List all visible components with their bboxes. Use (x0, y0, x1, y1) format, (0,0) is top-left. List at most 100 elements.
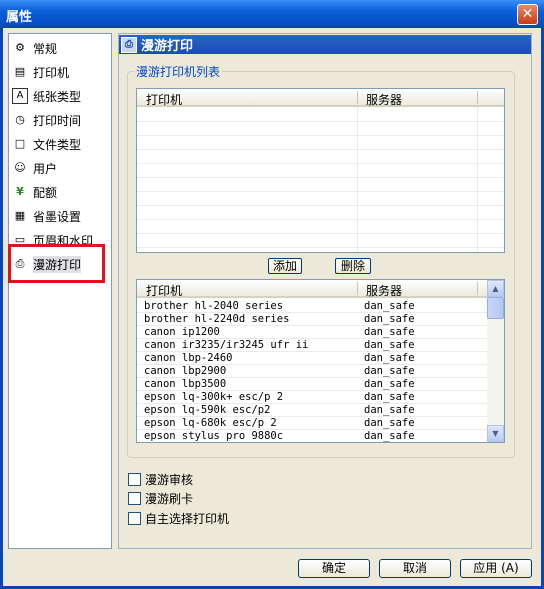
printer-cell: epson lq-590k esc/p2 (144, 404, 271, 416)
roaming-print-icon: ⎙ (121, 36, 137, 53)
roaming-audit-checkbox[interactable]: 漫游审核 (128, 471, 193, 488)
quota-icon: ¥ (16, 185, 24, 198)
window-title: 属性 (6, 10, 33, 25)
empty-row (137, 235, 504, 248)
self-select-printer-checkbox[interactable]: 自主选择打印机 (128, 510, 229, 527)
group-label: 漫游打印机列表 (134, 63, 223, 80)
checkbox-label: 自主选择打印机 (145, 512, 230, 526)
table-row[interactable]: epson stylus pro 9880c dan_safe (137, 430, 489, 442)
table-row[interactable]: canon lbp-2460 dan_safe (137, 352, 489, 365)
server-cell: dan_safe (364, 417, 415, 429)
empty-row (137, 179, 504, 192)
close-icon: ✕ (521, 6, 534, 22)
printer-cell: canon ip1200 (144, 326, 220, 338)
server-cell: dan_safe (364, 300, 415, 312)
server-cell: dan_safe (364, 365, 415, 377)
printer-cell: brother hl-2240d series (144, 313, 290, 325)
checkbox-box[interactable] (128, 492, 141, 505)
ink-save-icon: ▦ (14, 209, 26, 222)
server-cell: dan_safe (364, 430, 415, 442)
table-row[interactable]: brother hl-2240d series dan_safe (137, 313, 489, 326)
sidebar-item-label: 纸张类型 (33, 89, 82, 104)
table-row[interactable]: canon ip1200 dan_safe (137, 326, 489, 339)
apply-button[interactable]: 应用 (A) (460, 559, 532, 578)
printer-cell: epson lq-300k+ esc/p 2 (144, 391, 284, 403)
sidebar-item-label: 文件类型 (33, 137, 82, 152)
sidebar-item-label: 打印机 (33, 65, 70, 80)
column-header-printer[interactable]: 打印机 (146, 91, 182, 108)
sidebar-item-label: 配额 (33, 185, 58, 200)
available-printer-list[interactable]: 打印机 服务器 brother hl-2040 series dan_safe b… (136, 279, 505, 443)
panel-title: 漫游打印 (141, 39, 194, 54)
table-row[interactable]: canon lbp3500 dan_safe (137, 378, 489, 391)
paper-type-icon: A (12, 88, 28, 104)
scroll-up-icon[interactable]: ▲ (487, 280, 504, 297)
printer-cell: canon lbp-2460 (144, 352, 233, 364)
empty-row (137, 109, 504, 122)
sidebar-item-label: 省墨设置 (33, 209, 82, 224)
roaming-printer-list[interactable]: 打印机 服务器 (136, 88, 505, 253)
panel-header: ⎙ 漫游打印 (119, 35, 531, 54)
roaming-card-checkbox[interactable]: 漫游刷卡 (128, 490, 193, 507)
list-header: 打印机 服务器 (137, 89, 504, 107)
printer-cell: brother hl-2040 series (144, 300, 284, 312)
ok-button[interactable]: 确定 (298, 559, 370, 578)
empty-row (137, 137, 504, 150)
empty-row (137, 221, 504, 234)
vertical-scrollbar[interactable]: ▲ ▼ (487, 280, 504, 442)
column-header-printer[interactable]: 打印机 (146, 282, 182, 299)
window-title-bar: 属性 (0, 0, 544, 28)
sidebar-item-label: 打印时间 (33, 113, 82, 128)
server-cell: dan_safe (364, 339, 415, 351)
printer-cell: canon lbp2900 (144, 365, 227, 377)
checkbox-box[interactable] (128, 473, 141, 486)
checkbox-label: 漫游刷卡 (145, 492, 194, 506)
sidebar-item-quota[interactable]: ¥ 配额 (12, 182, 110, 202)
scroll-down-icon[interactable]: ▼ (487, 425, 504, 442)
delete-button[interactable]: 删除 (335, 258, 371, 274)
selection-highlight-box (8, 244, 105, 283)
column-header-server[interactable]: 服务器 (366, 91, 402, 108)
table-row[interactable]: canon lbp2900 dan_safe (137, 365, 489, 378)
table-row[interactable]: epson lq-680k esc/p 2 dan_safe (137, 417, 489, 430)
close-button[interactable]: ✕ (517, 4, 538, 25)
checkbox-box[interactable] (128, 512, 141, 525)
empty-row (137, 151, 504, 164)
printer-cell: canon lbp3500 (144, 378, 227, 390)
table-row[interactable]: epson lq-590k esc/p2 dan_safe (137, 404, 489, 417)
cancel-button[interactable]: 取消 (379, 559, 451, 578)
add-button[interactable]: 添加 (268, 258, 302, 274)
server-cell: dan_safe (364, 326, 415, 338)
server-cell: dan_safe (364, 391, 415, 403)
scroll-thumb[interactable] (487, 297, 504, 319)
printer-cell: epson stylus pro 9880c (144, 430, 284, 442)
column-header-server[interactable]: 服务器 (366, 282, 402, 299)
table-row[interactable]: epson lq-300k+ esc/p 2 dan_safe (137, 391, 489, 404)
server-cell: dan_safe (364, 404, 415, 416)
empty-row (137, 207, 504, 220)
clock-icon: ◷ (15, 113, 25, 126)
table-row[interactable]: canon ir3235/ir3245 ufr ii dan_safe (137, 339, 489, 352)
sidebar-item-ink-save[interactable]: ▦ 省墨设置 (12, 206, 110, 226)
sidebar-item-user[interactable]: ☺ 用户 (12, 158, 110, 178)
empty-row (137, 193, 504, 206)
table-row[interactable]: brother hl-2040 series dan_safe (137, 300, 489, 313)
server-cell: dan_safe (364, 352, 415, 364)
sidebar-item-label: 用户 (33, 161, 58, 176)
printer-cell: epson lq-680k esc/p 2 (144, 417, 277, 429)
sidebar-item-printer[interactable]: ▤ 打印机 (12, 62, 110, 82)
list-header: 打印机 服务器 (137, 280, 489, 298)
sidebar-item-general[interactable]: ⚙ 常规 (12, 38, 110, 58)
empty-row (137, 165, 504, 178)
sidebar-item-print-time[interactable]: ◷ 打印时间 (12, 110, 110, 130)
sidebar-item-file-type[interactable]: □ 文件类型 (12, 134, 110, 154)
printer-icon: ▤ (14, 65, 26, 78)
empty-row (137, 123, 504, 136)
gear-icon: ⚙ (15, 41, 25, 54)
file-icon: □ (14, 137, 26, 150)
server-cell: dan_safe (364, 378, 415, 390)
sidebar-item-paper-type[interactable]: A 纸张类型 (12, 86, 110, 106)
server-cell: dan_safe (364, 313, 415, 325)
category-sidebar: ⚙ 常规 ▤ 打印机 A 纸张类型 ◷ 打印时间 □ 文件类型 ☺ 用户 ¥ 配… (8, 33, 112, 549)
user-icon: ☺ (14, 161, 26, 174)
